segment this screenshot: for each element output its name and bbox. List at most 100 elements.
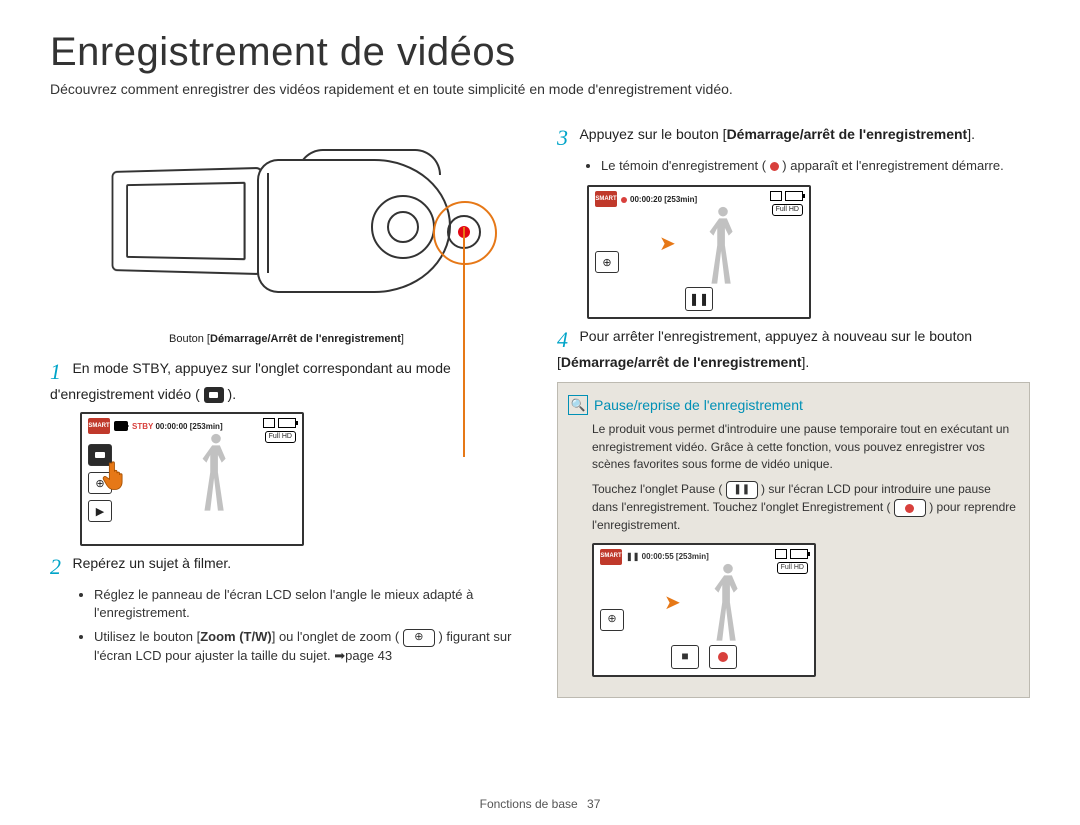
videocam-icon xyxy=(114,421,128,431)
golfer-silhouette xyxy=(196,430,236,526)
step-2: 2 Repérez un sujet à filmer. xyxy=(50,554,523,580)
zoom-icon: ⊕ xyxy=(403,629,435,647)
lcd-screenshot-pause: SMART ❚❚ 00:00:55 [253min] Full HD ➤ ⊕ xyxy=(592,543,816,677)
step1-text-a: En mode STBY, appuyez sur l'onglet corre… xyxy=(50,360,451,402)
camcorder-lens xyxy=(371,195,435,259)
footer-section: Fonctions de base xyxy=(480,797,578,811)
manual-page: Enregistrement de vidéos Découvrez comme… xyxy=(0,0,1080,825)
record-icon xyxy=(894,499,926,517)
b1b: ) apparaît et l'enregistrement démarre. xyxy=(779,158,1004,173)
record-indicator-icon xyxy=(770,162,779,171)
battery-icon xyxy=(278,418,296,428)
step-number: 2 xyxy=(50,554,68,580)
b2b: ] ou l'onglet de zoom ( xyxy=(272,629,403,644)
note-pause-resume: 🔍 Pause/reprise de l'enregistrement Le p… xyxy=(557,382,1030,698)
pause-button-icon: ❚❚ xyxy=(685,287,713,311)
tc-time: 00:00:00 xyxy=(155,422,187,431)
lcd-screenshot-recording: SMART 00:00:20 [253min] Full HD ➤ ⊕ ❚ xyxy=(587,185,811,319)
tc-time: 00:00:55 xyxy=(642,552,674,561)
pause-icon: ❚❚ xyxy=(726,481,758,499)
b1a: Le témoin d'enregistrement ( xyxy=(601,158,770,173)
two-columns: Bouton [Démarrage/Arrêt de l'enregistrem… xyxy=(50,119,1030,698)
pointer-arrow-icon: ➤ xyxy=(659,231,676,256)
play-tab-icon: ▶ xyxy=(88,500,112,522)
note-title: 🔍 Pause/reprise de l'enregistrement xyxy=(568,395,1017,415)
s3-bold: Démarrage/arrêt de l'enregistrement xyxy=(727,126,968,142)
resolution-badge: Full HD xyxy=(265,431,296,443)
camcorder-seam xyxy=(267,173,269,273)
pointer-arrow-icon: ➤ xyxy=(664,589,681,618)
camcorder-illustration xyxy=(97,119,477,329)
lcd-screenshot-stby: SMART STBY 00:00:00 [253min] Full HD ⊕ ▶ xyxy=(80,412,304,546)
step1-text-b: ). xyxy=(224,386,236,402)
tc-remaining: [253min] xyxy=(676,552,709,561)
caption-suffix: ] xyxy=(401,333,404,345)
smart-badge: SMART xyxy=(595,191,617,207)
right-column: 3 Appuyez sur le bouton [Démarrage/arrêt… xyxy=(557,119,1030,698)
pause-glyph: ❚❚ xyxy=(626,552,639,561)
smart-badge: SMART xyxy=(600,549,622,565)
resolution-badge: Full HD xyxy=(777,562,808,574)
page-intro: Découvrez comment enregistrer des vidéos… xyxy=(50,81,1030,97)
caption-bold: Démarrage/Arrêt de l'enregistrement xyxy=(210,333,401,345)
video-mode-icon xyxy=(204,387,224,403)
magnifier-icon: 🔍 xyxy=(568,395,588,415)
note-p2: Touchez l'onglet Pause ( ❚❚ ) sur l'écra… xyxy=(592,481,1017,534)
step-text: Pour arrêter l'enregistrement, appuyez à… xyxy=(557,328,972,370)
card-icon xyxy=(775,549,787,559)
record-button-icon xyxy=(709,645,737,669)
lcd-side-buttons: ⊕ xyxy=(595,251,619,273)
note-body: Le produit vous permet d'introduire une … xyxy=(568,421,1017,677)
step-2-bullets: Réglez le panneau de l'écran LCD selon l… xyxy=(84,586,523,665)
zoom-tab-icon: ⊕ xyxy=(600,609,624,631)
s4b: ]. xyxy=(802,354,810,370)
caption-prefix: Bouton [ xyxy=(169,333,210,345)
bullet: Utilisez le bouton [Zoom (T/W)] ou l'ong… xyxy=(94,628,523,665)
b2a: Utilisez le bouton [ xyxy=(94,629,200,644)
b2-bold: Zoom (T/W) xyxy=(200,629,271,644)
callout-leader-line xyxy=(463,227,465,457)
step-text: Appuyez sur le bouton [Démarrage/arrêt d… xyxy=(579,126,975,142)
lcd-topbar: SMART STBY 00:00:00 [253min] Full HD xyxy=(88,418,296,443)
camcorder-body xyxy=(257,159,451,293)
timecode: ❚❚ 00:00:55 [253min] xyxy=(626,551,709,563)
timecode: 00:00:20 [253min] xyxy=(621,195,697,204)
bullet: Le témoin d'enregistrement ( ) apparaît … xyxy=(601,157,1030,175)
battery-icon xyxy=(790,549,808,559)
stop-button-icon: ■ xyxy=(671,645,699,669)
card-icon xyxy=(770,191,782,201)
step-3-bullets: Le témoin d'enregistrement ( ) apparaît … xyxy=(591,157,1030,175)
lcd-side-buttons: ⊕ xyxy=(600,609,624,631)
page-ref: ➡page 43 xyxy=(334,648,392,663)
note-p1: Le produit vous permet d'introduire une … xyxy=(592,421,1017,473)
s4-bold: Démarrage/arrêt de l'enregistrement xyxy=(561,354,802,370)
bullet: Réglez le panneau de l'écran LCD selon l… xyxy=(94,586,523,622)
step-number: 3 xyxy=(557,125,575,151)
step-3: 3 Appuyez sur le bouton [Démarrage/arrêt… xyxy=(557,125,1030,151)
left-column: Bouton [Démarrage/Arrêt de l'enregistrem… xyxy=(50,119,523,698)
tc-time: 00:00:20 xyxy=(630,195,662,204)
touch-hand-icon xyxy=(100,458,134,492)
golfer-silhouette xyxy=(708,560,748,656)
camcorder-flip-screen xyxy=(111,167,262,275)
lcd-bottom-buttons: ■ xyxy=(671,645,737,669)
stby-label: STBY xyxy=(132,422,153,431)
lcd-bottom-buttons: ❚❚ xyxy=(685,287,713,311)
tc-remaining: [253min] xyxy=(664,195,697,204)
battery-icon xyxy=(785,191,803,201)
smart-badge: SMART xyxy=(88,418,110,434)
step-4: 4 Pour arrêter l'enregistrement, appuyez… xyxy=(557,327,1030,372)
step-text: Repérez un sujet à filmer. xyxy=(72,555,231,571)
note-title-text: Pause/reprise de l'enregistrement xyxy=(594,397,803,413)
step-number: 1 xyxy=(50,359,68,385)
step-1: 1 En mode STBY, appuyez sur l'onglet cor… xyxy=(50,359,523,404)
lcd-topbar: SMART 00:00:20 [253min] Full HD xyxy=(595,191,803,216)
zoom-tab-icon: ⊕ xyxy=(595,251,619,273)
page-title: Enregistrement de vidéos xyxy=(50,30,1030,75)
step-text: En mode STBY, appuyez sur l'onglet corre… xyxy=(50,360,451,402)
footer-page-number: 37 xyxy=(587,797,600,811)
resolution-badge: Full HD xyxy=(772,204,803,216)
lcd-topbar: SMART ❚❚ 00:00:55 [253min] Full HD xyxy=(600,549,808,574)
s3a: Appuyez sur le bouton [ xyxy=(579,126,726,142)
card-icon xyxy=(263,418,275,428)
